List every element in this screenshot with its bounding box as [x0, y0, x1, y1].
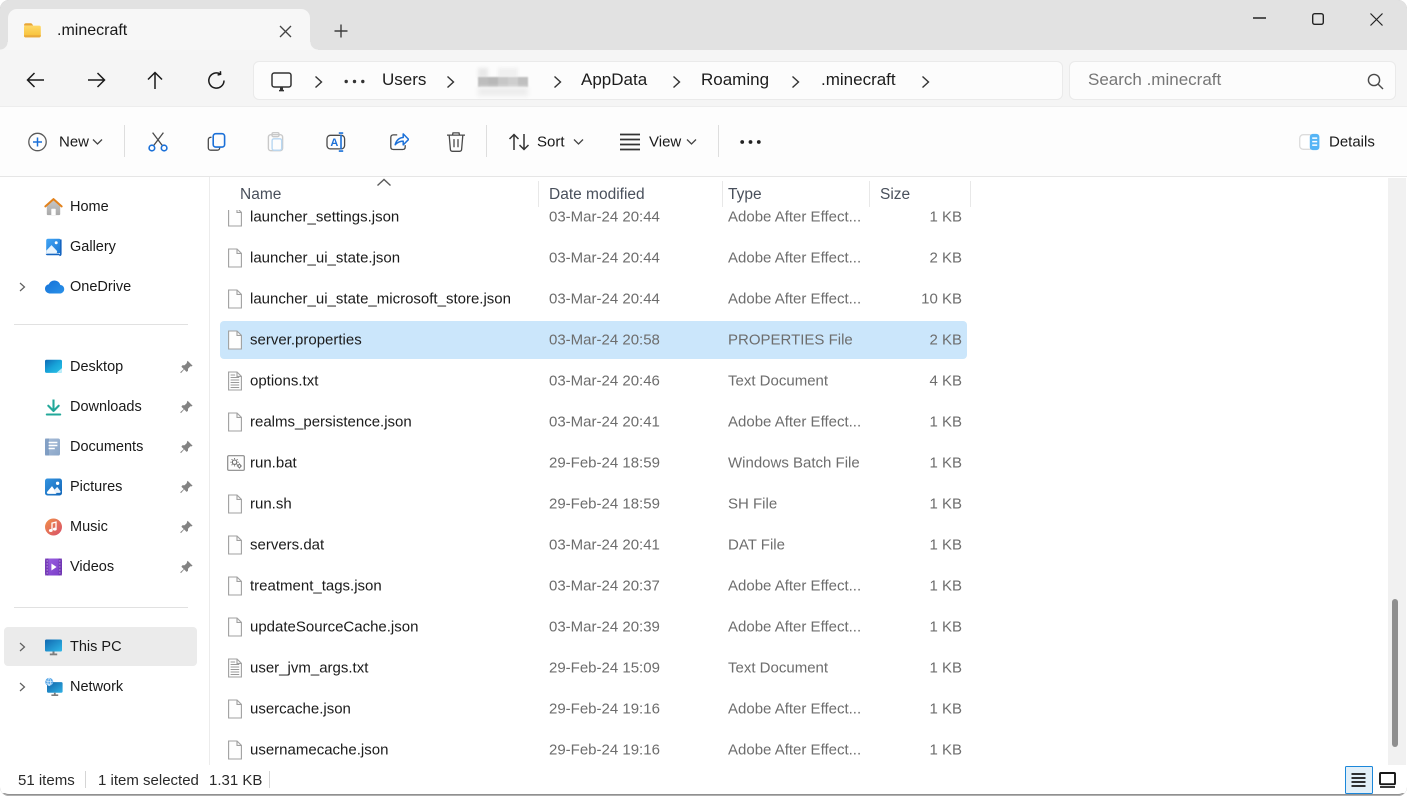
svg-text:A: A	[330, 137, 338, 149]
